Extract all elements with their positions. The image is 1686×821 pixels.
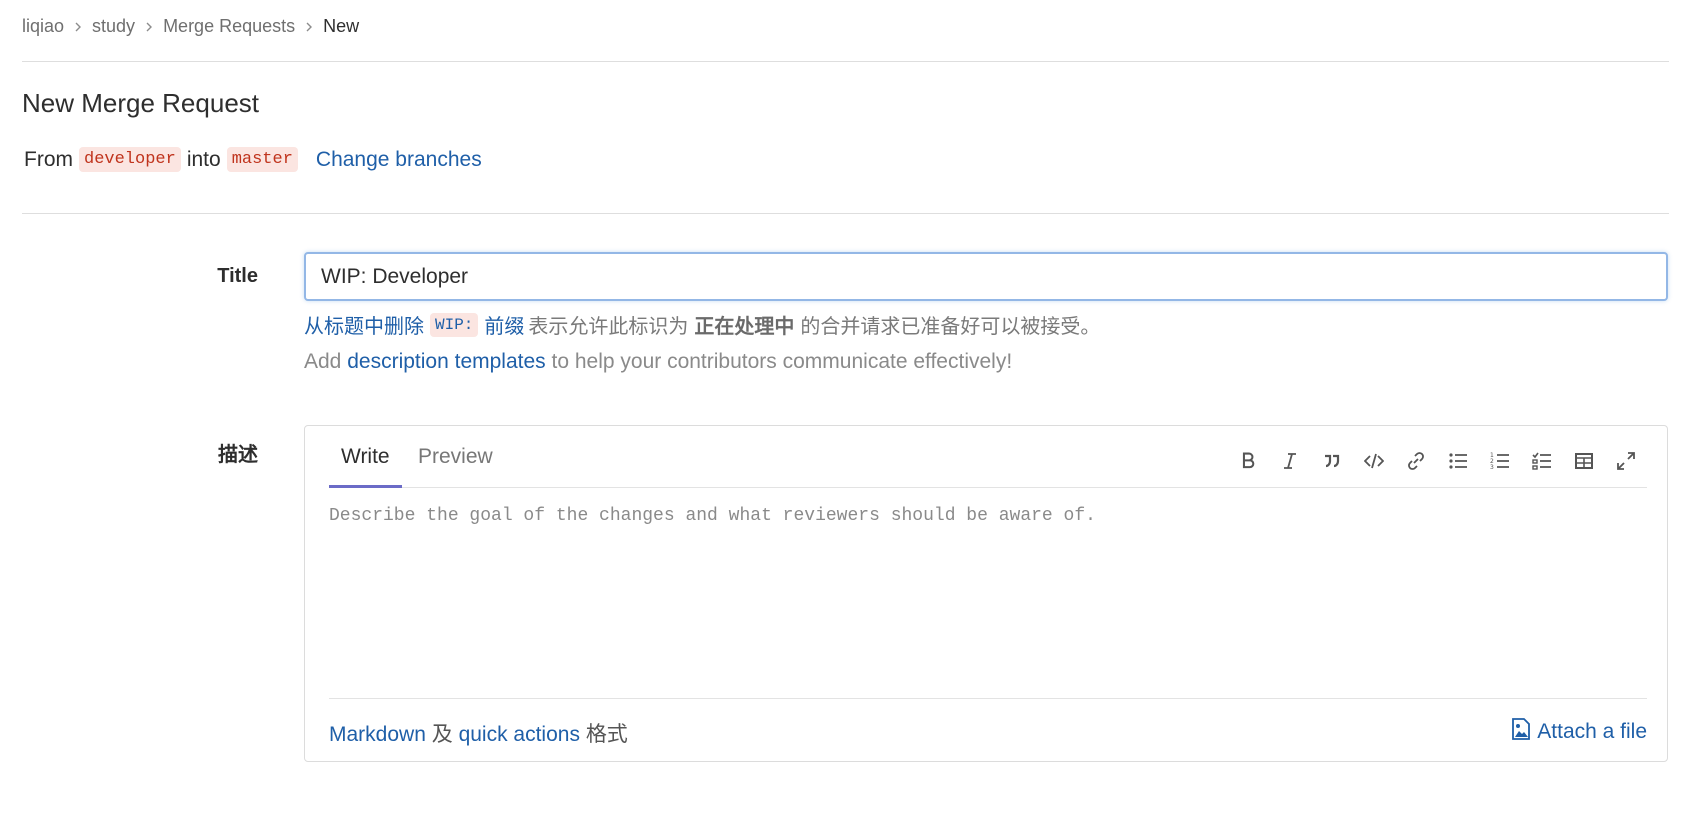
wip-code: WIP: (430, 312, 479, 337)
bulleted-list-icon[interactable] (1437, 444, 1479, 478)
wip-hint-text-end: 的合并请求已准备好可以被接受。 (800, 316, 1101, 338)
attach-file-label: Attach a file (1537, 720, 1647, 743)
link-icon[interactable] (1395, 444, 1437, 478)
file-image-icon (1511, 718, 1537, 746)
bold-icon[interactable] (1227, 444, 1269, 478)
task-list-icon[interactable] (1521, 444, 1563, 478)
table-icon[interactable] (1563, 444, 1605, 478)
breadcrumb-item-liqiao[interactable]: liqiao (22, 16, 64, 37)
code-icon[interactable] (1353, 444, 1395, 478)
divider (22, 61, 1669, 62)
templates-hint-prefix: Add (304, 350, 342, 373)
fullscreen-icon[interactable] (1605, 444, 1647, 478)
breadcrumb-item-new[interactable]: New (323, 16, 359, 37)
chevron-right-icon (64, 19, 92, 34)
description-templates-link[interactable]: description templates (347, 350, 545, 373)
into-label: into (186, 147, 221, 171)
tab-write[interactable]: Write (329, 445, 402, 488)
markdown-hint-and: 及 (431, 723, 453, 746)
wip-hint: 从标题中删除 WIP: 前缀 表示允许此标识为 正在处理中 的合并请求已准备好可… (304, 310, 1100, 339)
editor-footer: Markdown 及 quick actions 格式 Attach a fil… (329, 698, 1647, 762)
remove-wip-link[interactable]: 从标题中删除 (304, 310, 424, 339)
markdown-toolbar: 123 (1227, 444, 1647, 478)
title-label: Title (217, 265, 258, 287)
chevron-right-icon (295, 19, 323, 34)
tab-preview[interactable]: Preview (406, 445, 505, 488)
description-editor: Write Preview 123 Describe the goal of t… (304, 425, 1668, 762)
markdown-link[interactable]: Markdown (329, 723, 426, 746)
wip-prefix-link[interactable]: 前缀 (484, 310, 524, 339)
chevron-right-icon (135, 19, 163, 34)
markdown-hint: Markdown 及 quick actions 格式 (329, 718, 628, 748)
change-branches-link[interactable]: Change branches (316, 148, 482, 172)
breadcrumb-item-merge-requests[interactable]: Merge Requests (163, 16, 295, 37)
quick-actions-link[interactable]: quick actions (459, 723, 580, 746)
templates-hint-suffix: to help your contributors communicate ef… (551, 350, 1013, 373)
wip-hint-bold: 正在处理中 (694, 316, 795, 338)
branch-info: From developer into master Change branch… (24, 147, 482, 172)
attach-file-button[interactable]: Attach a file (1511, 718, 1647, 746)
description-label: 描述 (218, 444, 258, 466)
title-input[interactable] (304, 252, 1668, 301)
templates-hint: Add description templates to help your c… (304, 350, 1012, 374)
divider (22, 213, 1669, 214)
description-textarea[interactable] (329, 506, 1647, 676)
svg-text:3: 3 (1490, 464, 1494, 471)
italic-icon[interactable] (1269, 444, 1311, 478)
wip-hint-text: 表示允许此标识为 (528, 316, 689, 338)
source-branch: developer (79, 147, 181, 172)
markdown-hint-format: 格式 (585, 723, 628, 746)
editor-tabs: Write Preview 123 (329, 426, 1647, 488)
from-label: From (24, 147, 73, 171)
breadcrumb-item-study[interactable]: study (92, 16, 135, 37)
page-title: New Merge Request (22, 88, 259, 118)
numbered-list-icon[interactable]: 123 (1479, 444, 1521, 478)
target-branch: master (226, 147, 298, 172)
quote-icon[interactable] (1311, 444, 1353, 478)
breadcrumb: liqiao study Merge Requests New (22, 14, 359, 38)
